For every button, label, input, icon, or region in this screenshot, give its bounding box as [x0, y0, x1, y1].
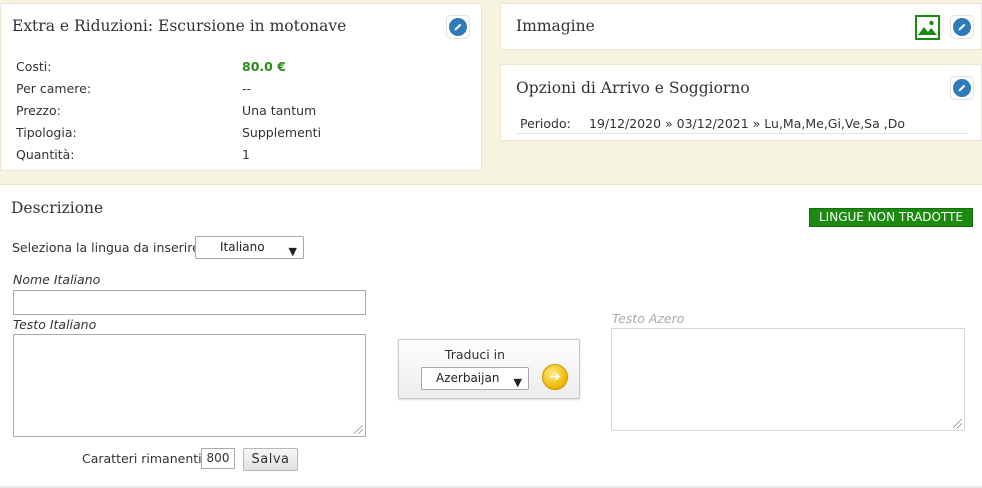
- row-label-costs: Costi:: [16, 59, 52, 74]
- row-label-price: Prezzo:: [16, 103, 61, 118]
- image-panel: Immagine: [500, 3, 982, 50]
- row-value-costs: 80.0 €: [242, 59, 286, 74]
- text-field-label: Testo Italiano: [13, 317, 97, 332]
- chars-remaining-value: 800: [206, 451, 230, 465]
- translate-box: Traduci in Azerbaijan ▼ ➔: [398, 339, 580, 399]
- name-input[interactable]: [13, 290, 366, 315]
- arrow-right-icon: ➔: [549, 369, 561, 385]
- name-field-label: Nome Italiano: [13, 272, 101, 287]
- row-value-rooms: --: [242, 81, 252, 96]
- translate-language-select[interactable]: Azerbaijan ▼: [421, 367, 529, 390]
- row-value-quantity: 1: [242, 147, 250, 162]
- period-value: 19/12/2020 » 03/12/2021 » Lu,Ma,Me,Gi,Ve…: [589, 116, 905, 131]
- row-label-quantity: Quantità:: [16, 147, 75, 162]
- language-select-label: Seleziona la lingua da inserire: [12, 240, 200, 255]
- image-panel-title: Immagine: [516, 17, 595, 35]
- edit-options-button[interactable]: [950, 76, 974, 100]
- row-label-type: Tipologia:: [16, 125, 77, 140]
- chars-remaining-label: Caratteri rimanenti: [82, 451, 202, 466]
- chevron-down-icon: ▼: [288, 245, 297, 258]
- language-select[interactable]: Italiano ▼: [195, 236, 304, 259]
- text-textarea[interactable]: [13, 334, 366, 437]
- period-divider: [516, 133, 968, 134]
- image-icon[interactable]: [915, 15, 940, 40]
- target-textarea[interactable]: [611, 328, 965, 431]
- description-title: Descrizione: [11, 199, 104, 217]
- translate-label: Traduci in: [444, 347, 506, 362]
- extras-panel: Extra e Riduzioni: Escursione in motonav…: [0, 3, 482, 171]
- translate-language-value: Azerbaijan: [436, 371, 500, 385]
- resize-handle[interactable]: [953, 419, 962, 428]
- translate-go-button[interactable]: ➔: [542, 364, 568, 390]
- save-button[interactable]: Salva: [243, 448, 298, 471]
- untranslated-languages-badge[interactable]: LINGUE NON TRADOTTE: [809, 208, 973, 227]
- chars-remaining-field: 800: [201, 448, 235, 469]
- resize-handle[interactable]: [354, 425, 363, 434]
- edit-image-button[interactable]: [950, 15, 974, 39]
- chevron-down-icon: ▼: [513, 376, 522, 389]
- row-value-price: Una tantum: [242, 103, 317, 118]
- language-select-value: Italiano: [220, 240, 265, 254]
- target-text-label: Testo Azero: [612, 311, 685, 326]
- pencil-icon: [449, 18, 467, 36]
- pencil-icon: [953, 79, 971, 97]
- period-label: Periodo:: [520, 116, 571, 131]
- options-panel: Opzioni di Arrivo e Soggiorno Periodo: 1…: [500, 64, 982, 141]
- options-panel-title: Opzioni di Arrivo e Soggiorno: [516, 79, 750, 97]
- pencil-icon: [953, 18, 971, 36]
- row-value-type: Supplementi: [242, 125, 322, 140]
- edit-extras-button[interactable]: [446, 15, 470, 39]
- row-label-rooms: Per camere:: [16, 81, 92, 96]
- extras-panel-title: Extra e Riduzioni: Escursione in motonav…: [12, 17, 347, 35]
